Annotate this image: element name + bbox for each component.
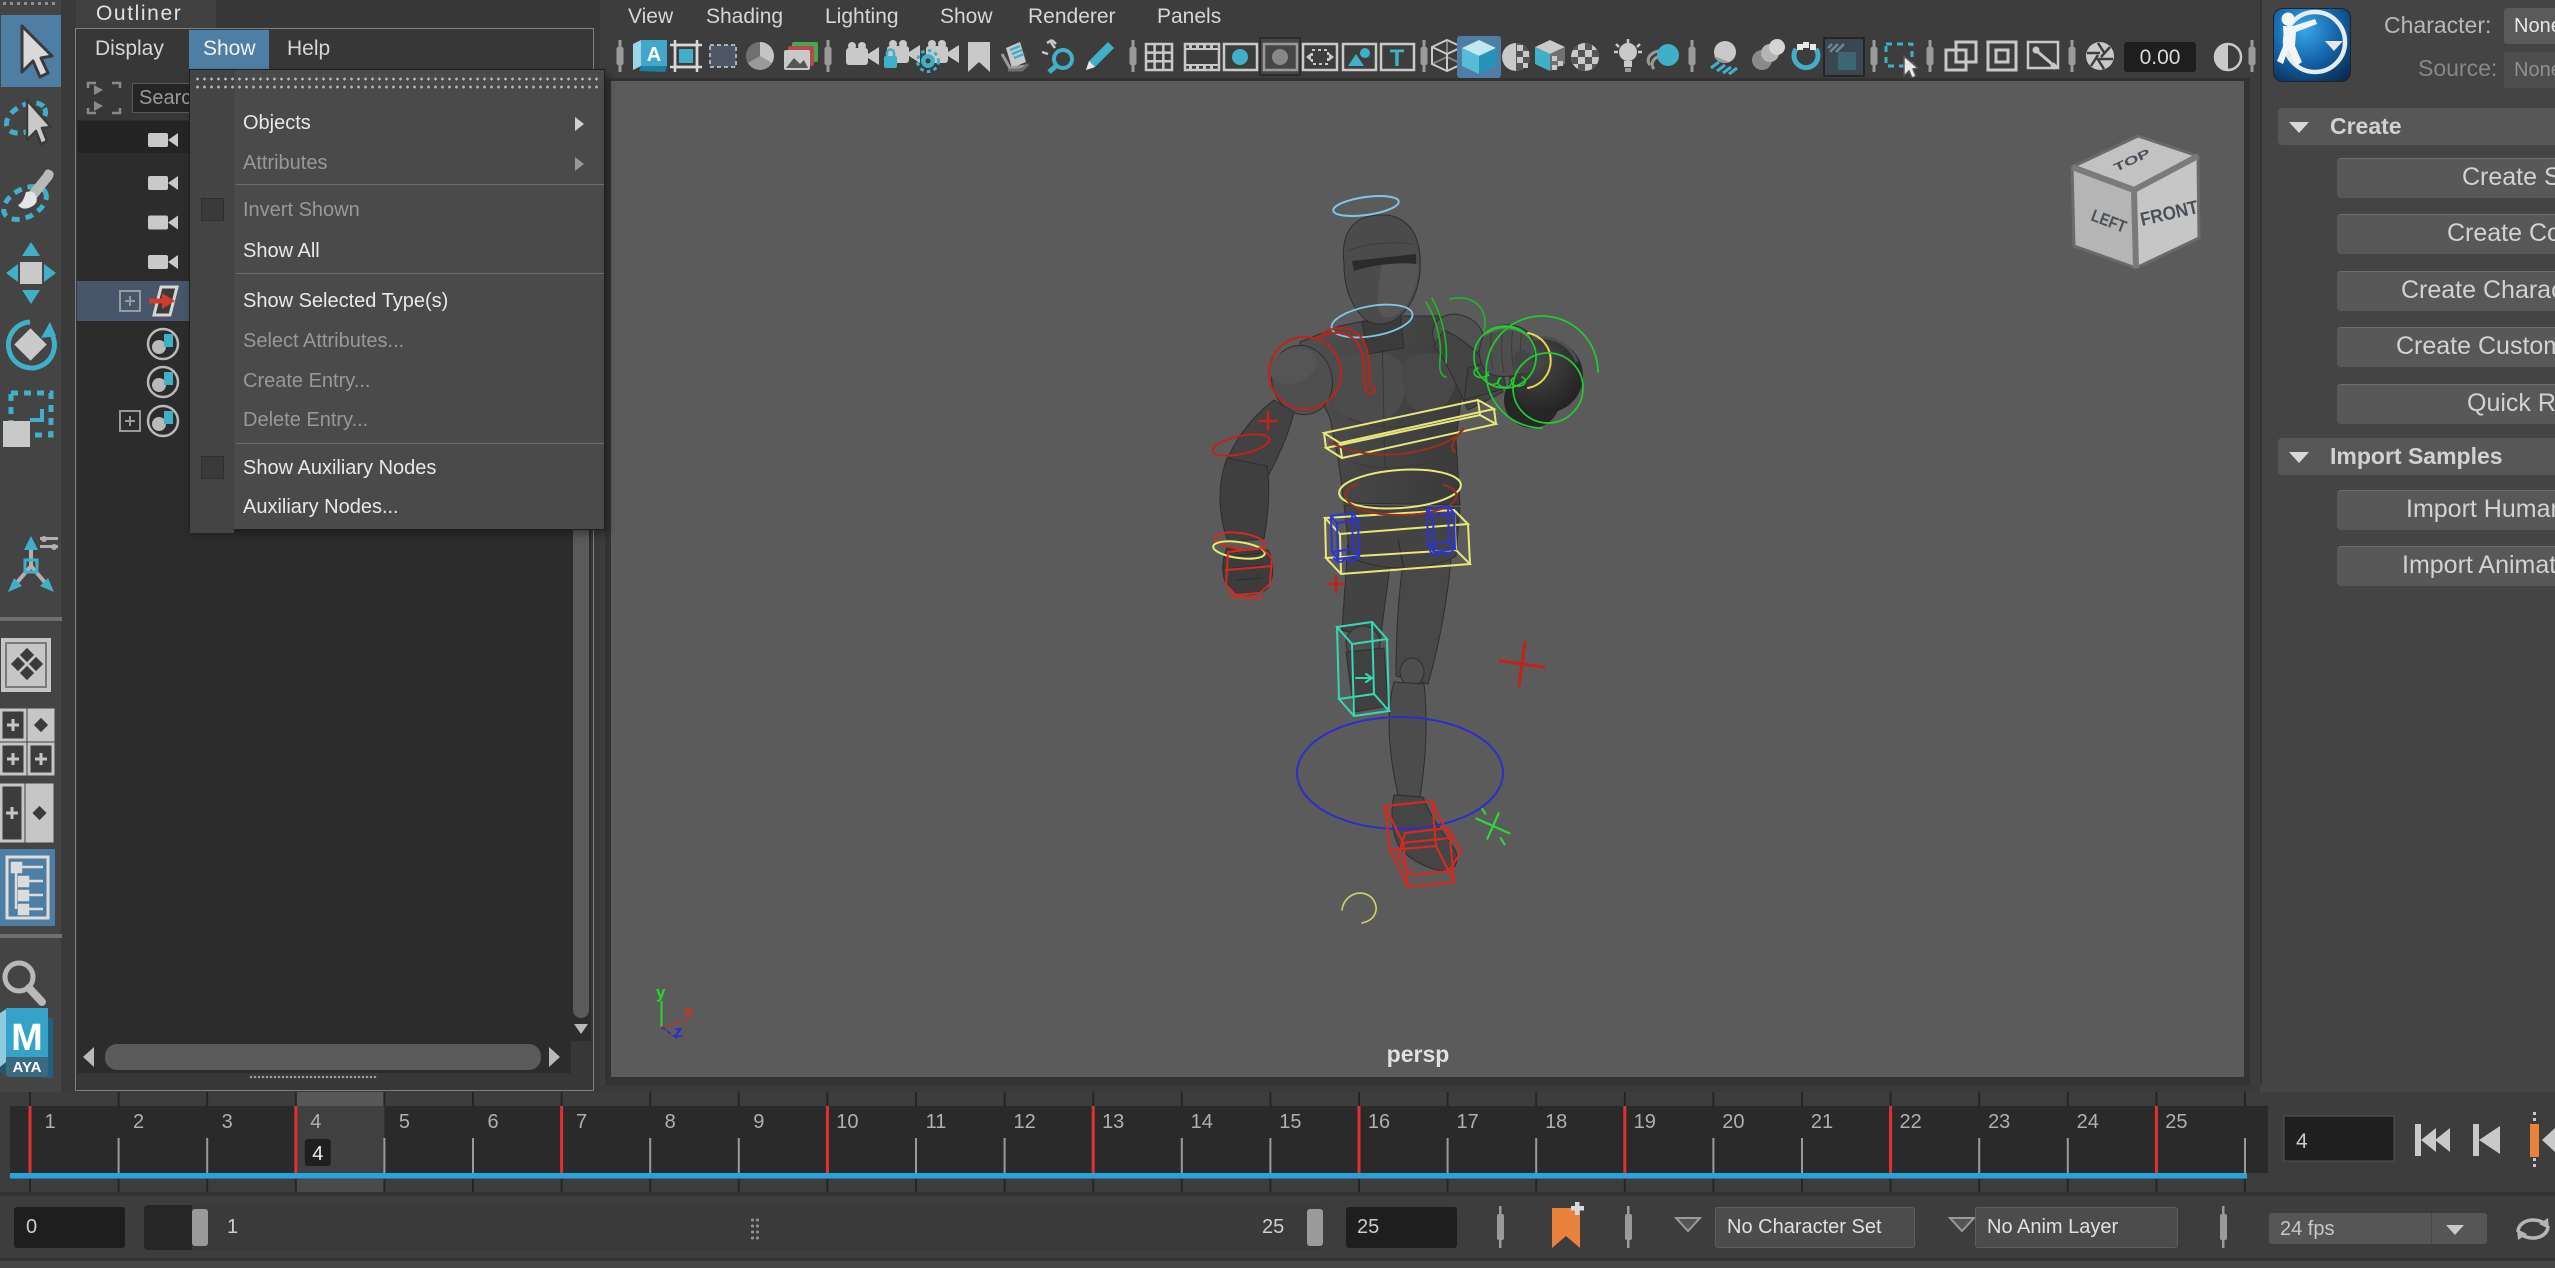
svg-text:8: 8 xyxy=(665,1111,676,1133)
svg-text:13: 13 xyxy=(1102,1111,1124,1133)
svg-text:21: 21 xyxy=(1811,1111,1833,1133)
svg-text:17: 17 xyxy=(1456,1111,1478,1133)
svg-text:19: 19 xyxy=(1634,1111,1656,1133)
svg-text:7: 7 xyxy=(576,1111,587,1133)
svg-text:M: M xyxy=(11,1017,43,1059)
svg-text:y: y xyxy=(656,983,666,1002)
svg-text:15: 15 xyxy=(1279,1111,1301,1133)
svg-text:4: 4 xyxy=(312,1143,323,1165)
svg-text:A: A xyxy=(647,44,661,66)
svg-text:12: 12 xyxy=(1013,1111,1035,1133)
svg-text:5: 5 xyxy=(399,1111,410,1133)
svg-text:22: 22 xyxy=(1899,1111,1921,1133)
svg-text:16: 16 xyxy=(1368,1111,1390,1133)
svg-text:9: 9 xyxy=(753,1111,764,1133)
svg-text:T: T xyxy=(1390,45,1405,72)
svg-text:25: 25 xyxy=(2165,1111,2187,1133)
svg-text:18: 18 xyxy=(1545,1111,1567,1133)
svg-text:6: 6 xyxy=(487,1111,498,1133)
svg-text:23: 23 xyxy=(1988,1111,2010,1133)
svg-text:4: 4 xyxy=(2296,1130,2308,1153)
svg-text:x: x xyxy=(684,1002,694,1021)
svg-text:4: 4 xyxy=(310,1111,321,1133)
svg-text:10: 10 xyxy=(836,1111,858,1133)
svg-text:11: 11 xyxy=(926,1111,947,1133)
svg-text:z: z xyxy=(674,1022,683,1041)
svg-text:14: 14 xyxy=(1191,1111,1213,1133)
svg-text:3: 3 xyxy=(222,1111,233,1133)
svg-text:1: 1 xyxy=(44,1111,55,1133)
svg-text:2: 2 xyxy=(133,1111,144,1133)
svg-text:AYA: AYA xyxy=(13,1059,42,1076)
svg-text:0.00: 0.00 xyxy=(2140,46,2181,69)
svg-text:persp: persp xyxy=(1387,1041,1450,1067)
svg-text:24: 24 xyxy=(2077,1111,2099,1133)
svg-text:20: 20 xyxy=(1722,1111,1744,1133)
